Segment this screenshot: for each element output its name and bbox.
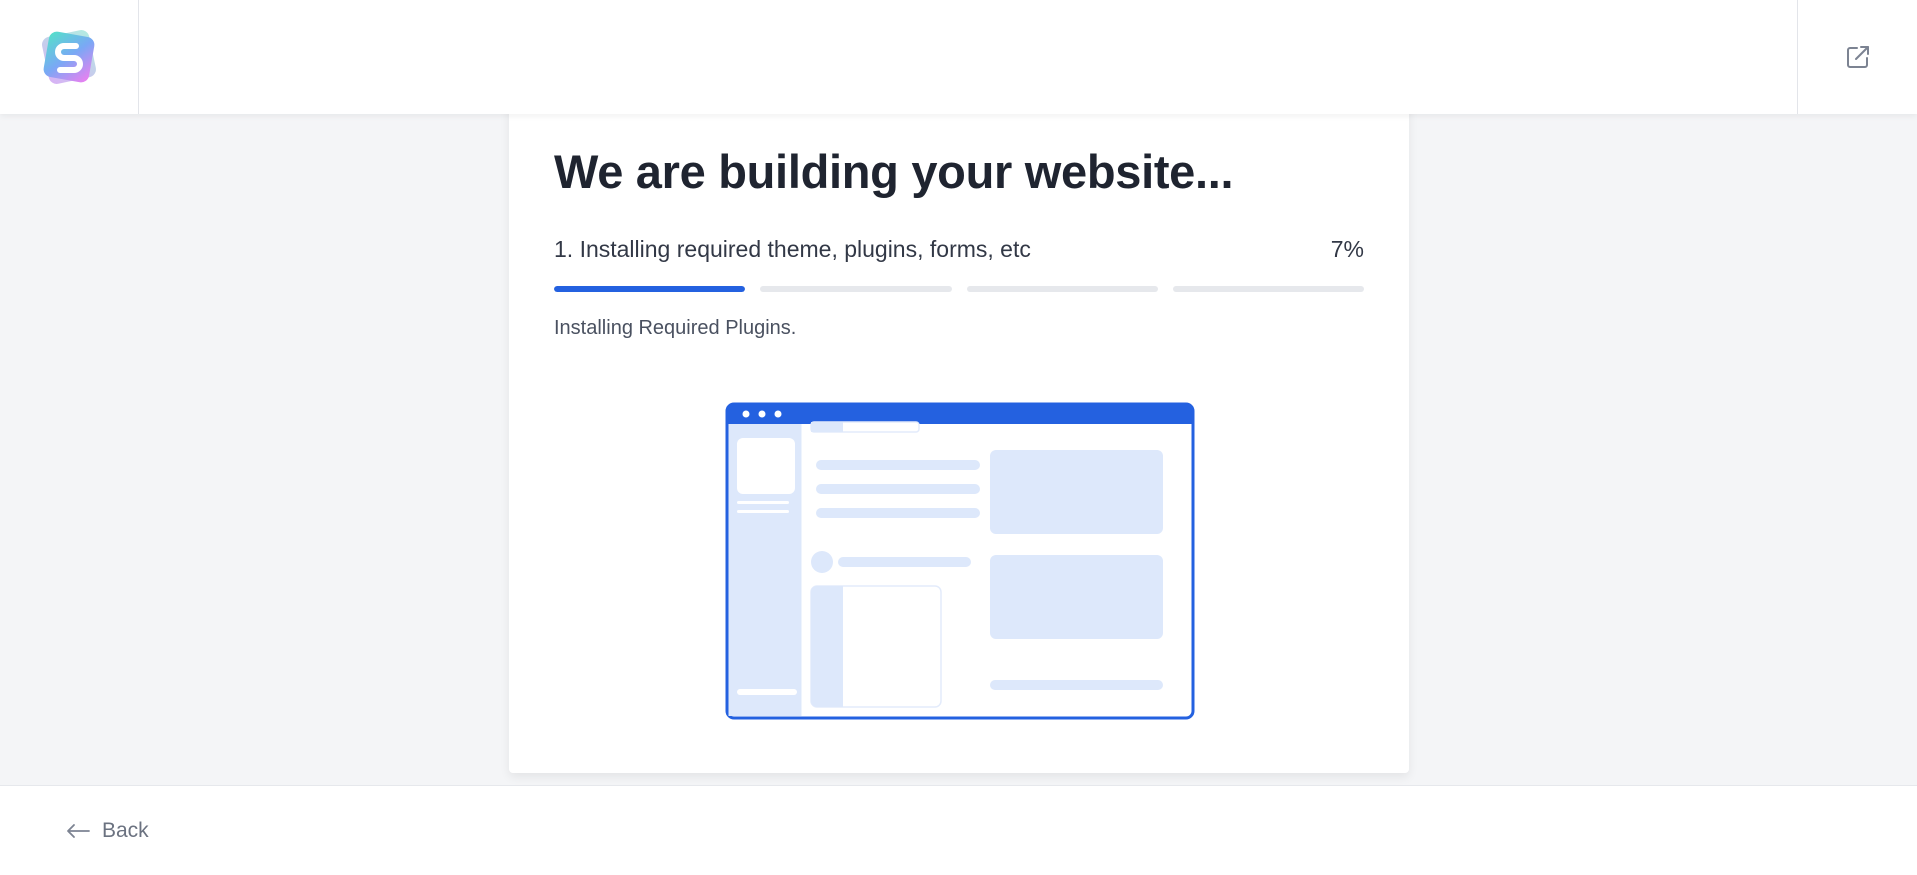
progress-segment-4 [1172,286,1364,292]
progress-bar [554,286,1364,292]
back-label: Back [102,819,149,842]
progress-segment-fill [554,286,746,292]
exit-button[interactable] [1797,0,1917,114]
bottom-footer: Back [0,785,1917,875]
website-building-illustration [725,402,1195,720]
starter-templates-logo-icon [42,30,96,84]
status-text: Installing Required Plugins. [554,317,797,339]
logo-cell [0,0,139,114]
arrow-left-icon [67,824,90,838]
progress-segment-1 [554,286,746,292]
step-row: 1. Installing required theme, plugins, f… [554,236,1364,268]
back-button[interactable]: Back [66,816,149,846]
external-link-icon [1846,46,1869,68]
progress-card: We are building your website... 1. Insta… [509,96,1409,773]
top-header [0,0,1917,114]
progress-segment-2 [760,286,952,292]
step-label: 1. Installing required theme, plugins, f… [554,236,1031,262]
page-title: We are building your website... [554,145,1234,198]
progress-segment-3 [966,286,1158,292]
step-percent: 7% [1330,236,1364,262]
